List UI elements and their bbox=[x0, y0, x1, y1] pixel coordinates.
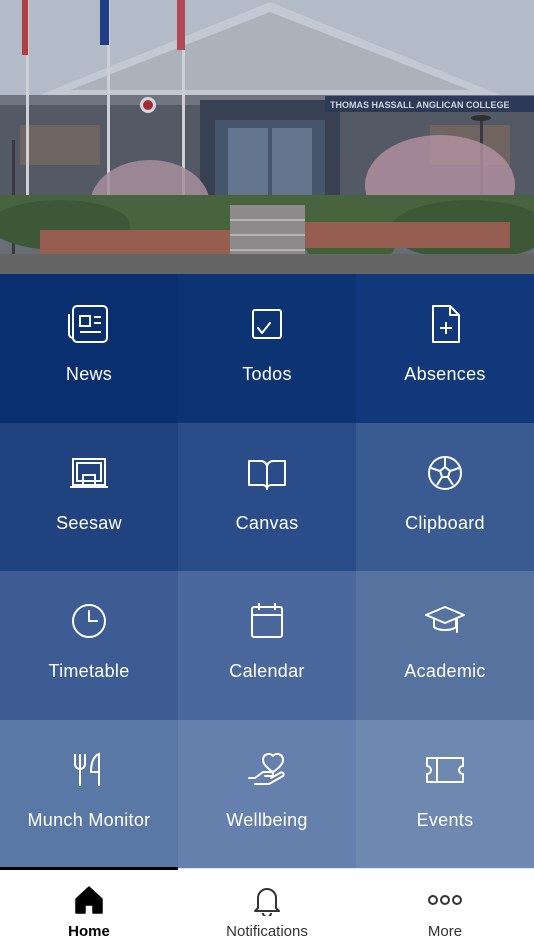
tile-academic[interactable]: Academic bbox=[356, 571, 534, 720]
tab-home[interactable]: Home bbox=[0, 867, 178, 951]
tile-calendar[interactable]: Calendar bbox=[178, 571, 356, 720]
tile-label: News bbox=[65, 364, 113, 384]
tile-events[interactable]: Events bbox=[356, 719, 534, 868]
soccer-ball-icon bbox=[423, 451, 467, 495]
tab-label: More bbox=[427, 923, 463, 940]
utensils-icon bbox=[67, 748, 111, 792]
bell-icon bbox=[252, 883, 282, 917]
tile-timetable[interactable]: Timetable bbox=[0, 571, 178, 720]
tile-munch-monitor[interactable]: Munch Monitor bbox=[0, 719, 178, 868]
tab-label: Home bbox=[68, 923, 110, 940]
seesaw-icon bbox=[67, 451, 111, 495]
ticket-icon bbox=[423, 748, 467, 792]
open-book-icon bbox=[245, 451, 289, 495]
tab-more[interactable]: More bbox=[356, 869, 534, 951]
tab-notifications[interactable]: Notifications bbox=[178, 869, 356, 951]
feature-grid: News Todos Absences Seesaw Canvas Clipbo… bbox=[0, 274, 534, 868]
tile-label: Timetable bbox=[48, 661, 130, 681]
more-dots-icon bbox=[427, 883, 463, 917]
tile-canvas[interactable]: Canvas bbox=[178, 422, 356, 571]
tile-absences[interactable]: Absences bbox=[356, 274, 534, 423]
tile-wellbeing[interactable]: Wellbeing bbox=[178, 719, 356, 868]
bottom-tab-bar: Home Notifications More bbox=[0, 867, 534, 951]
tile-clipboard[interactable]: Clipboard bbox=[356, 422, 534, 571]
tile-label: Seesaw bbox=[56, 512, 122, 533]
todos-icon bbox=[245, 302, 289, 346]
tile-label: Munch Monitor bbox=[27, 809, 151, 830]
clock-icon bbox=[67, 599, 111, 643]
active-tab-indicator bbox=[0, 867, 178, 870]
news-icon bbox=[67, 302, 111, 346]
tile-label: Todos bbox=[242, 364, 292, 384]
tile-todos[interactable]: Todos bbox=[178, 274, 356, 423]
hero-image: THOMAS HASSALL ANGLICAN COLLEGE bbox=[0, 0, 534, 274]
home-icon bbox=[74, 883, 104, 917]
tile-label: Clipboard bbox=[405, 512, 485, 533]
tile-label: Wellbeing bbox=[226, 809, 308, 830]
school-building-photo: THOMAS HASSALL ANGLICAN COLLEGE bbox=[0, 0, 534, 274]
tab-label: Notifications bbox=[226, 923, 308, 940]
graduation-cap-icon bbox=[423, 599, 467, 643]
absences-icon bbox=[423, 302, 467, 346]
helping-hand-heart-icon bbox=[245, 748, 289, 792]
tile-label: Absences bbox=[404, 364, 486, 384]
calendar-icon bbox=[245, 599, 289, 643]
tile-label: Canvas bbox=[235, 512, 299, 533]
tile-seesaw[interactable]: Seesaw bbox=[0, 422, 178, 571]
tile-label: Events bbox=[416, 809, 474, 830]
tile-news[interactable]: News bbox=[0, 274, 178, 423]
tile-label: Academic bbox=[404, 661, 486, 681]
tile-label: Calendar bbox=[229, 661, 305, 681]
